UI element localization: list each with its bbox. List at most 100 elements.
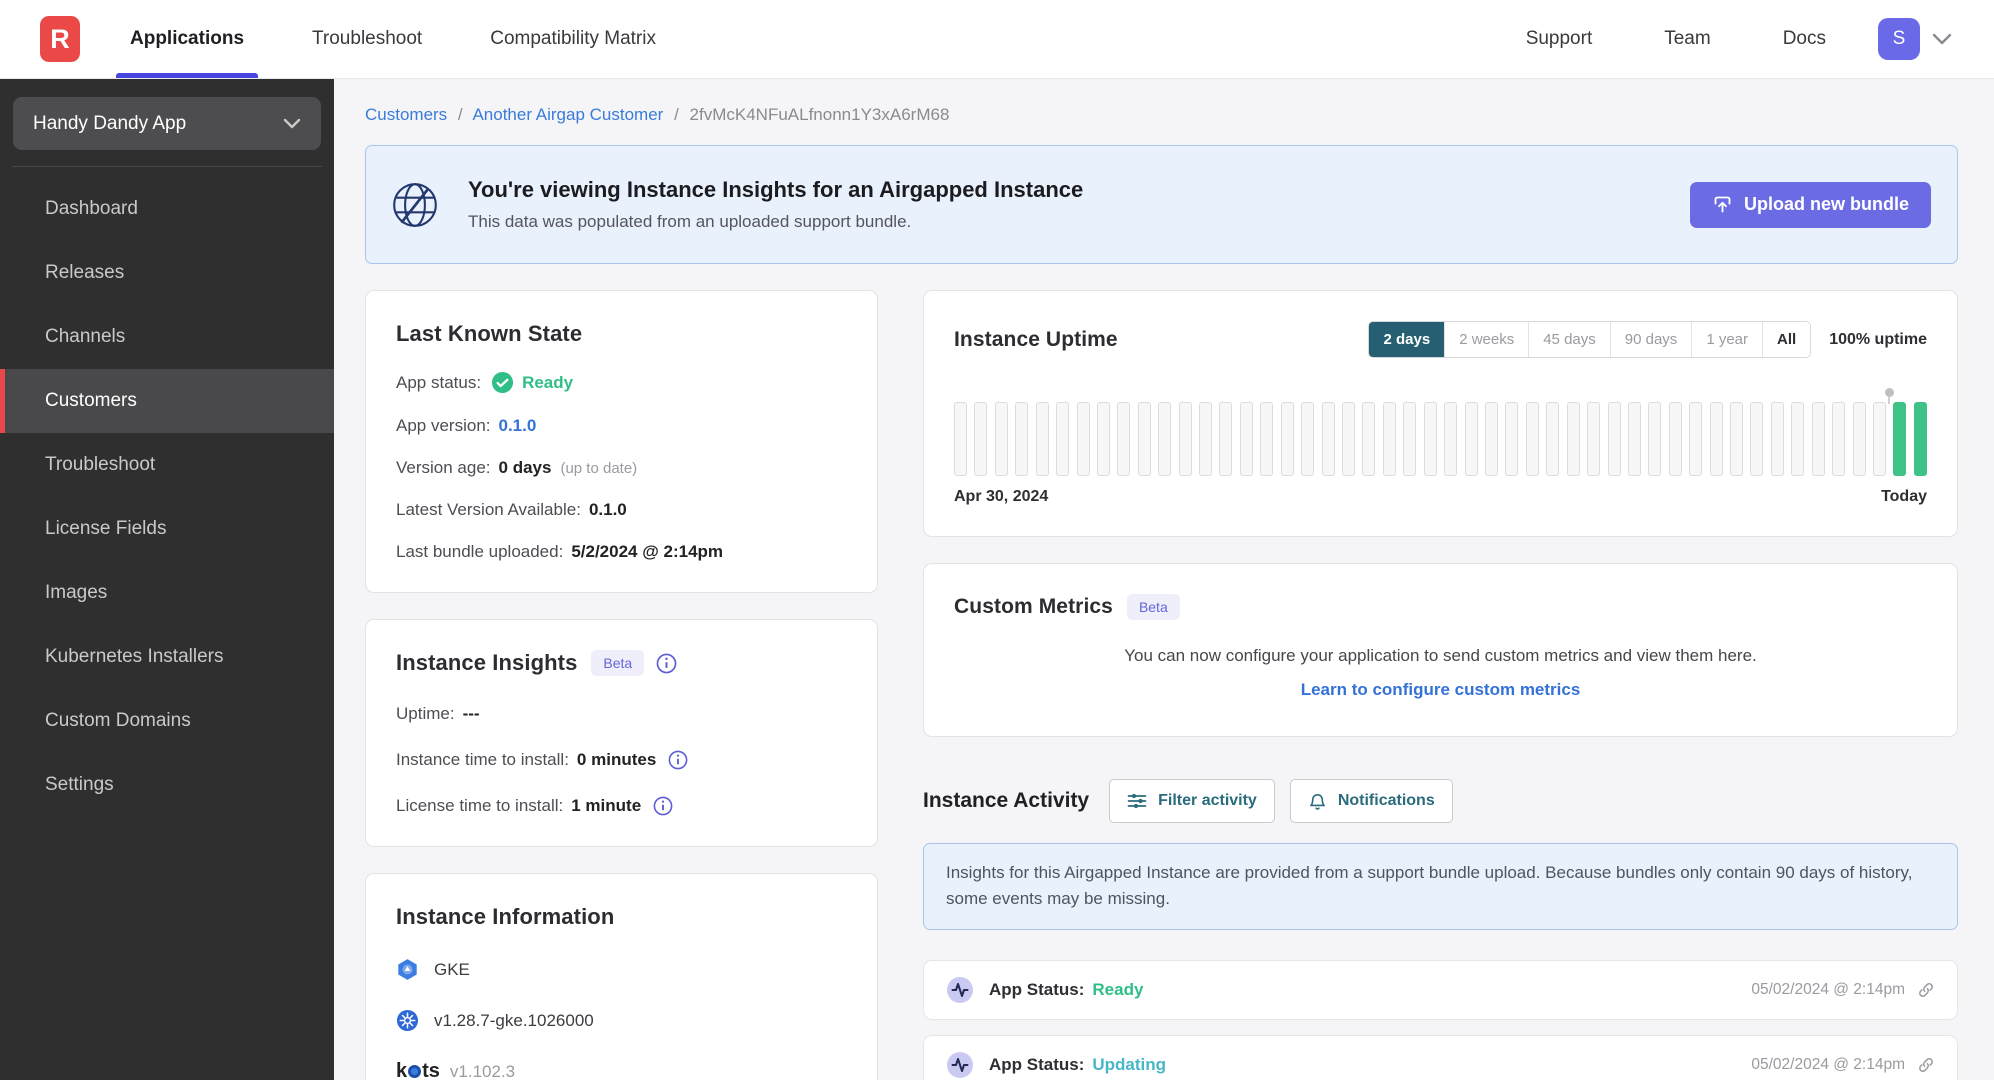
sidebar-item-settings[interactable]: Settings	[0, 753, 334, 817]
left-column: Last Known State App status: Ready App v…	[365, 290, 878, 1080]
upload-icon	[1714, 196, 1731, 213]
app-selector-label: Handy Dandy App	[33, 112, 187, 134]
configure-custom-metrics-link[interactable]: Learn to configure custom metrics	[954, 680, 1927, 700]
sidebar-item-custom-domains[interactable]: Custom Domains	[0, 689, 334, 753]
sidebar-item-dashboard[interactable]: Dashboard	[0, 177, 334, 241]
breadcrumb-link-customers[interactable]: Customers	[365, 105, 447, 124]
range-button-45-days[interactable]: 45 days	[1529, 322, 1611, 357]
uptime-bar	[1913, 402, 1927, 476]
sidebar-item-troubleshoot[interactable]: Troubleshoot	[0, 433, 334, 497]
nav-item-applications[interactable]: Applications	[115, 0, 259, 78]
last-bundle-value: 5/2/2024 @ 2:14pm	[571, 542, 724, 561]
nav-item-team[interactable]: Team	[1658, 28, 1716, 50]
dashboard-columns: Last Known State App status: Ready App v…	[365, 290, 1958, 1080]
sidebar-item-channels[interactable]: Channels	[0, 305, 334, 369]
uptime-bar	[1484, 402, 1498, 476]
instance-insights-card: Instance Insights Beta Uptime: --- Insta…	[365, 619, 878, 847]
uptime-bar	[1852, 402, 1866, 476]
breadcrumb-separator: /	[674, 105, 679, 124]
breadcrumb: Customers / Another Airgap Customer / 2f…	[365, 105, 1958, 125]
version-age-value: 0 days	[498, 458, 552, 477]
instance-information-title: Instance Information	[396, 904, 615, 929]
airgap-banner-text: You're viewing Instance Insights for an …	[468, 177, 1083, 232]
uptime-bar	[1280, 402, 1294, 476]
latest-version-value: 0.1.0	[588, 500, 627, 519]
uptime-bar	[1239, 402, 1253, 476]
nav-item-troubleshoot[interactable]: Troubleshoot	[306, 0, 428, 78]
app-selector-dropdown[interactable]: Handy Dandy App	[13, 97, 321, 150]
app-selector-chevron-down-icon	[283, 118, 301, 129]
avatar[interactable]: S	[1878, 18, 1920, 60]
last-known-state-title: Last Known State	[396, 321, 583, 346]
uptime-bar	[1260, 402, 1274, 476]
uptime-bar	[1342, 402, 1356, 476]
nav-item-docs[interactable]: Docs	[1777, 28, 1832, 50]
app-status-row: App status: Ready	[396, 371, 847, 394]
uptime-range-selector: 2 days 2 weeks 45 days 90 days 1 year Al…	[1368, 321, 1812, 358]
uptime-bar	[1219, 402, 1233, 476]
uptime-marker-dot	[1885, 388, 1895, 404]
replicated-logo[interactable]: R	[40, 16, 80, 62]
filter-sliders-icon	[1127, 793, 1147, 809]
event-permalink-icon[interactable]	[1917, 1056, 1935, 1074]
range-button-90-days[interactable]: 90 days	[1610, 322, 1693, 357]
info-icon[interactable]	[668, 750, 688, 770]
instance-activity-title: Instance Activity	[923, 789, 1090, 812]
custom-metrics-body: You can now configure your application t…	[1124, 646, 1757, 665]
uptime-bar	[1689, 402, 1703, 476]
uptime-row: Uptime: ---	[396, 704, 847, 724]
custom-metrics-card: Custom Metrics Beta You can now configur…	[923, 563, 1958, 737]
event-permalink-icon[interactable]	[1917, 981, 1935, 999]
info-icon[interactable]	[656, 653, 677, 674]
uptime-bar	[1587, 402, 1601, 476]
airgap-banner-title: You're viewing Instance Insights for an …	[468, 177, 1084, 202]
bell-icon	[1309, 793, 1325, 810]
main-content: Customers / Another Airgap Customer / 2f…	[334, 79, 1994, 1080]
uptime-bar	[1137, 402, 1151, 476]
uptime-bar	[1885, 388, 1907, 476]
license-time-value: 1 minute	[571, 796, 642, 815]
uptime-start-label: Apr 30, 2024	[954, 488, 1049, 505]
range-button-all[interactable]: All	[1763, 322, 1811, 357]
info-icon[interactable]	[653, 796, 673, 816]
event-label: App Status:	[989, 979, 1085, 999]
sidebar-item-kubernetes-installers[interactable]: Kubernetes Installers	[0, 625, 334, 689]
nav-item-support[interactable]: Support	[1520, 28, 1599, 50]
uptime-bar	[1566, 402, 1580, 476]
kots-logo-dot-icon	[408, 1065, 422, 1078]
kots-version-value: v1.102.3	[449, 1061, 516, 1080]
instance-insights-title: Instance Insights	[396, 650, 578, 675]
uptime-bar	[1301, 402, 1315, 476]
range-button-1-year[interactable]: 1 year	[1692, 322, 1764, 357]
secondary-nav: Support Team Docs S	[1460, 18, 1952, 60]
instance-activity-header: Instance Activity Filter activity Notifi…	[923, 779, 1958, 823]
version-age-row: Version age: 0 days (up to date)	[396, 458, 847, 478]
primary-nav: Applications Troubleshoot Compatibility …	[115, 0, 718, 78]
upload-new-bundle-label: Upload new bundle	[1744, 194, 1909, 214]
event-status: Ready	[1092, 979, 1144, 999]
app-version-link[interactable]: 0.1.0	[499, 416, 537, 436]
range-button-2-days[interactable]: 2 days	[1369, 322, 1446, 357]
last-known-state-rows: App status: Ready App version: 0.1.0 Ver…	[396, 371, 847, 562]
sidebar-item-releases[interactable]: Releases	[0, 241, 334, 305]
sidebar-item-customers[interactable]: Customers	[0, 369, 334, 433]
breadcrumb-link-customer-name[interactable]: Another Airgap Customer	[472, 105, 663, 124]
uptime-bar	[1464, 402, 1478, 476]
sidebar-divider	[12, 166, 322, 167]
filter-activity-button[interactable]: Filter activity	[1109, 779, 1275, 823]
notifications-button[interactable]: Notifications	[1289, 779, 1453, 823]
uptime-axis-labels: Apr 30, 2024 Today	[954, 488, 1927, 506]
range-button-2-weeks[interactable]: 2 weeks	[1445, 322, 1530, 357]
account-menu-chevron-down-icon[interactable]	[1932, 33, 1952, 45]
upload-new-bundle-button[interactable]: Upload new bundle	[1690, 181, 1931, 228]
breadcrumb-instance-id: 2fvMcK4NFuALfnonn1Y3xA6rM68	[689, 105, 950, 124]
instance-insights-rows: Uptime: --- Instance time to install: 0 …	[396, 704, 847, 816]
sidebar-item-images[interactable]: Images	[0, 561, 334, 625]
activity-event-row: App Status: Ready 05/02/2024 @ 2:14pm	[923, 959, 1958, 1020]
sidebar-item-license-fields[interactable]: License Fields	[0, 497, 334, 561]
event-timestamp: 05/02/2024 @ 2:14pm	[1751, 980, 1905, 998]
nav-item-compatibility-matrix[interactable]: Compatibility Matrix	[484, 0, 662, 78]
uptime-bar	[1648, 402, 1662, 476]
uptime-bar	[1709, 402, 1723, 476]
uptime-bar	[1750, 402, 1764, 476]
